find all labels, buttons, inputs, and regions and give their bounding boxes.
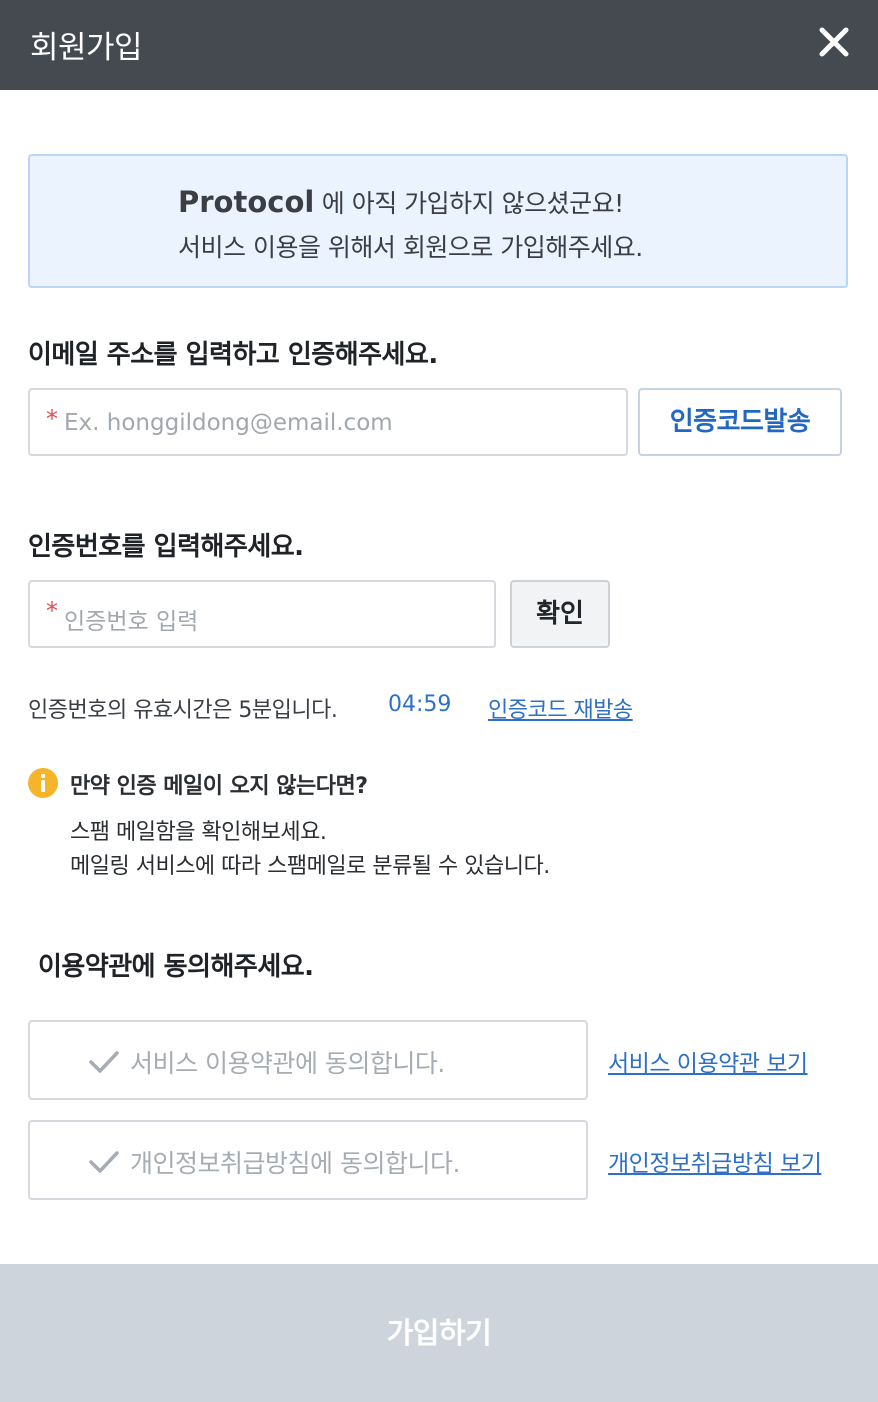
notice-line: 메일링 서비스에 따라 스팸메일로 분류될 수 있습니다. [70,854,550,879]
agree-privacy-label: 개인정보취급방침에 동의합니다. [130,1149,460,1178]
signup-submit-button[interactable]: 가입하기 [0,1264,878,1402]
code-placeholder: 인증번호 입력 [64,609,199,635]
email-section-title: 이메일 주소를 입력하고 인증해주세요. [28,340,438,370]
view-privacy-policy-link[interactable]: 개인정보취급방침 보기 [608,1144,822,1178]
verification-code-input[interactable]: * 인증번호 입력 [28,580,496,648]
info-banner: Protocol 에 아직 가입하지 않으셨군요! 서비스 이용을 위해서 회원… [28,154,848,288]
view-service-terms-link[interactable]: 서비스 이용약관 보기 [608,1044,808,1078]
notice-title: 만약 인증 메일이 오지 않는다면? [70,774,368,799]
header: 회원가입 [0,0,878,90]
timer-row: 인증번호의 유효시간은 5분입니다. 04:59 인증코드 재발송 [28,692,633,724]
terms-section-title: 이용약관에 동의해주세요. [38,952,314,982]
resend-code-link[interactable]: 인증코드 재발송 [488,692,633,724]
notice-line: 스팸 메일함을 확인해보세요. [70,820,327,845]
code-section-title: 인증번호를 입력해주세요. [28,532,304,562]
brand-name: Protocol [178,185,315,219]
confirm-button[interactable]: 확인 [510,580,610,648]
check-icon [89,1151,119,1173]
agree-privacy-policy-checkbox[interactable]: 개인정보취급방침에 동의합니다. [28,1120,588,1200]
banner-line1-text: 에 아직 가입하지 않으셨군요! [314,189,624,218]
page-title: 회원가입 [30,30,143,66]
banner-line2: 서비스 이용을 위해서 회원으로 가입해주세요. [178,233,643,262]
countdown-timer: 04:59 [388,692,452,717]
agree-service-label: 서비스 이용약관에 동의합니다. [130,1049,445,1078]
email-input[interactable]: * Ex. honggildong@email.com [28,388,628,456]
required-mark: * [46,405,58,433]
email-placeholder: Ex. honggildong@email.com [64,410,393,436]
close-icon[interactable] [814,22,854,62]
info-icon [28,768,58,798]
check-icon [89,1051,119,1073]
banner-line1: Protocol 에 아직 가입하지 않으셨군요! [178,184,624,220]
agree-service-terms-checkbox[interactable]: 서비스 이용약관에 동의합니다. [28,1020,588,1100]
required-mark: * [46,597,58,625]
send-code-button[interactable]: 인증코드발송 [638,388,842,456]
validity-message: 인증번호의 유효시간은 5분입니다. [28,698,338,723]
